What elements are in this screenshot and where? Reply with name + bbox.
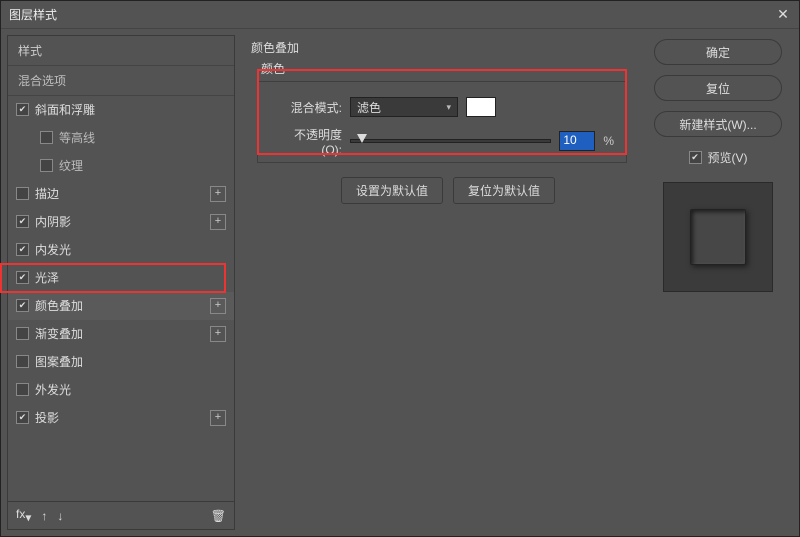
style-checkbox[interactable] [16,271,29,284]
add-effect-icon[interactable]: + [210,186,226,202]
style-item[interactable]: 内阴影 + [8,208,234,236]
style-checkbox[interactable] [16,103,29,116]
style-item[interactable]: 纹理 [8,152,234,180]
style-checkbox[interactable] [16,383,29,396]
style-item[interactable]: 投影 + [8,404,234,432]
ok-button[interactable]: 确定 [654,39,782,65]
reset-button[interactable]: 复位 [654,75,782,101]
style-checkbox[interactable] [16,355,29,368]
style-item-label: 斜面和浮雕 [35,101,226,118]
slider-thumb-icon[interactable] [357,134,367,143]
style-item[interactable]: 图案叠加 [8,348,234,376]
style-checkbox[interactable] [16,243,29,256]
opacity-input[interactable]: 10 [559,131,595,151]
style-item-label: 颜色叠加 [35,297,204,314]
blend-mode-select[interactable]: 滤色 ▾ [350,97,458,117]
style-item[interactable]: 内发光 [8,236,234,264]
style-item-label: 外发光 [35,381,226,398]
set-default-button[interactable]: 设置为默认值 [341,177,443,204]
chevron-down-icon: ▾ [446,102,451,113]
style-checkbox[interactable] [16,187,29,200]
color-group: 混合模式: 滤色 ▾ 不透明度(O): 10 % [257,81,627,163]
preview-label: 预览(V) [708,149,748,166]
styles-footer: fx▾ ↑ ↓ 🗑 [8,501,234,529]
add-effect-icon[interactable]: + [210,298,226,314]
style-item-label: 投影 [35,409,204,426]
color-swatch[interactable] [466,97,496,117]
arrow-down-icon[interactable]: ↓ [57,509,63,523]
style-item-label: 内发光 [35,241,226,258]
trash-icon[interactable]: 🗑 [211,509,226,523]
styles-panel: 样式 混合选项 斜面和浮雕等高线纹理描边 + 内阴影 + 内发光光泽颜色叠加 + 渐变叠加 +… [7,35,235,530]
style-item-label: 描边 [35,185,204,202]
panel-title: 颜色叠加 [251,39,627,56]
style-checkbox[interactable] [16,299,29,312]
add-effect-icon[interactable]: + [210,326,226,342]
style-item[interactable]: 颜色叠加 + [8,292,234,320]
style-item-label: 纹理 [59,157,226,174]
opacity-value: 10 [560,132,594,150]
style-item-label: 内阴影 [35,213,204,230]
style-checkbox[interactable] [40,159,53,172]
percent-label: % [603,134,614,148]
reset-default-button[interactable]: 复位为默认值 [453,177,555,204]
opacity-slider[interactable] [350,139,551,143]
opacity-label: 不透明度(O): [276,126,342,157]
style-item[interactable]: 外发光 [8,376,234,404]
style-item[interactable]: 斜面和浮雕 [8,96,234,124]
blend-mode-label: 混合模式: [276,99,342,116]
new-style-button[interactable]: 新建样式(W)... [654,111,782,137]
arrow-up-icon[interactable]: ↑ [41,509,47,523]
style-checkbox[interactable] [16,215,29,228]
blending-options[interactable]: 混合选项 [8,66,234,96]
style-item[interactable]: 等高线 [8,124,234,152]
preview-box [663,182,773,292]
style-list: 斜面和浮雕等高线纹理描边 + 内阴影 + 内发光光泽颜色叠加 + 渐变叠加 + 图案叠加外发光投… [8,96,234,501]
preview-inner [690,209,746,265]
style-item[interactable]: 描边 + [8,180,234,208]
style-item[interactable]: 渐变叠加 + [8,320,234,348]
style-item-label: 等高线 [59,129,226,146]
add-effect-icon[interactable]: + [210,214,226,230]
action-panel: 确定 复位 新建样式(W)... 预览(V) [643,35,793,530]
style-checkbox[interactable] [40,131,53,144]
add-effect-icon[interactable]: + [210,410,226,426]
style-item-label: 图案叠加 [35,353,226,370]
group-label: 颜色 [261,60,627,77]
fx-menu-icon[interactable]: fx▾ [16,507,31,524]
styles-header: 样式 [8,36,234,66]
close-icon[interactable]: ✕ [775,7,791,23]
style-checkbox[interactable] [16,327,29,340]
style-checkbox[interactable] [16,411,29,424]
style-item-label: 渐变叠加 [35,325,204,342]
blend-mode-value: 滤色 [357,99,381,116]
style-item-label: 光泽 [35,269,226,286]
style-item[interactable]: 光泽 [8,264,234,292]
preview-checkbox[interactable] [689,151,702,164]
settings-panel: 颜色叠加 颜色 混合模式: 滤色 ▾ 不透明度(O): 10 % [241,35,637,530]
dialog-title: 图层样式 [9,6,57,23]
